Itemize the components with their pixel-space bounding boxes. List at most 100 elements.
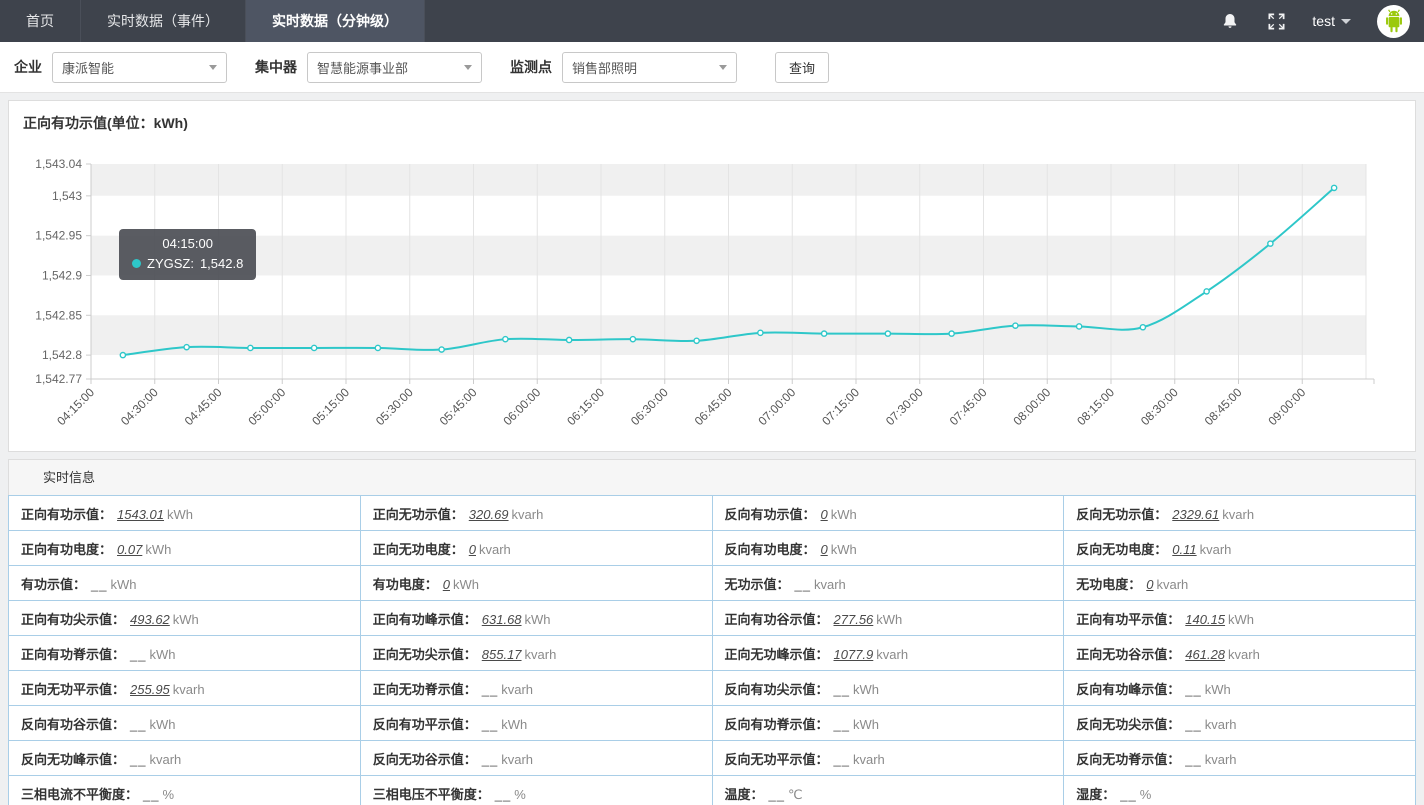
nav-tab-1[interactable]: 实时数据（事件）: [81, 0, 246, 42]
info-unit: kWh: [453, 577, 479, 592]
data-point[interactable]: [248, 345, 253, 350]
x-tick-label: 06:15:00: [564, 385, 607, 428]
android-avatar-icon[interactable]: [1377, 5, 1410, 38]
info-row-0: 正向有功示值：1543.01kWh正向无功示值：320.69kvarh反向有功示…: [9, 496, 1416, 531]
select-value-1: 智慧能源事业部: [317, 58, 408, 77]
data-point[interactable]: [503, 337, 508, 342]
info-value[interactable]: 0: [469, 542, 476, 557]
info-row-1: 正向有功电度：0.07kWh正向无功电度：0kvarh反向有功电度：0kWh反向…: [9, 531, 1416, 566]
info-value[interactable]: 1077.9: [834, 647, 874, 662]
nav-tab-2[interactable]: 实时数据（分钟级）: [246, 0, 425, 42]
y-tick-label: 1,542.85: [35, 308, 82, 322]
info-cell: 有功示值：__kWh: [9, 566, 361, 601]
info-label: 无功电度：: [1076, 577, 1141, 592]
data-point[interactable]: [885, 331, 890, 336]
filter-field-0: 企业康派智能: [14, 52, 227, 83]
info-unit: kWh: [876, 612, 902, 627]
data-point[interactable]: [439, 347, 444, 352]
search-button[interactable]: 查询: [775, 52, 829, 83]
info-value[interactable]: 855.17: [482, 647, 522, 662]
info-value[interactable]: 493.62: [130, 612, 170, 627]
realtime-info-header: 实时信息: [8, 459, 1416, 495]
info-cell: 反向有功平示值：__kWh: [360, 706, 712, 741]
info-unit: kWh: [853, 682, 879, 697]
data-point[interactable]: [375, 345, 380, 350]
x-tick-label: 06:00:00: [500, 385, 543, 428]
chevron-down-icon: [1341, 19, 1351, 24]
user-menu[interactable]: test: [1312, 13, 1351, 29]
info-cell: 反向有功谷示值：__kWh: [9, 706, 361, 741]
info-value[interactable]: 277.56: [834, 612, 874, 627]
info-value[interactable]: 320.69: [469, 507, 509, 522]
info-unit: ℃: [788, 787, 803, 802]
filter-select-0[interactable]: 康派智能: [52, 52, 227, 83]
data-point[interactable]: [822, 331, 827, 336]
fullscreen-icon[interactable]: [1266, 11, 1286, 31]
data-point[interactable]: [184, 345, 189, 350]
filter-select-2[interactable]: 销售部照明: [562, 52, 737, 83]
info-label: 有功电度：: [373, 577, 438, 592]
info-label: 正向有功平示值：: [1076, 612, 1180, 627]
info-unit: kvarh: [853, 752, 885, 767]
data-point[interactable]: [694, 338, 699, 343]
data-point[interactable]: [630, 337, 635, 342]
info-value[interactable]: 0.11: [1172, 542, 1196, 557]
info-label: 反向有功脊示值：: [725, 717, 829, 732]
info-unit: kvarh: [1205, 717, 1237, 732]
info-unit: kvarh: [479, 542, 511, 557]
info-value[interactable]: 0.07: [117, 542, 142, 557]
line-chart-canvas[interactable]: 1,543.041,5431,542.951,542.91,542.851,54…: [9, 144, 1415, 450]
nav-tab-0[interactable]: 首页: [0, 0, 81, 42]
x-tick-label: 08:30:00: [1138, 385, 1181, 428]
info-cell: 正向有功电度：0.07kWh: [9, 531, 361, 566]
info-label: 正向无功脊示值：: [373, 682, 477, 697]
info-label: 反向无功平示值：: [725, 752, 829, 767]
info-cell: 反向无功尖示值：__kvarh: [1064, 706, 1416, 741]
info-cell: 反向无功示值：2329.61kvarh: [1064, 496, 1416, 531]
data-point[interactable]: [120, 353, 125, 358]
info-label: 反向无功峰示值：: [21, 752, 125, 767]
info-cell: 反向有功尖示值：__kWh: [712, 671, 1064, 706]
data-point[interactable]: [567, 337, 572, 342]
data-point[interactable]: [312, 345, 317, 350]
info-value[interactable]: 255.95: [130, 682, 170, 697]
data-point[interactable]: [1268, 241, 1273, 246]
info-label: 反向有功峰示值：: [1076, 682, 1180, 697]
data-point[interactable]: [949, 331, 954, 336]
info-cell: 正向有功谷示值：277.56kWh: [712, 601, 1064, 636]
data-point[interactable]: [1332, 185, 1337, 190]
info-value[interactable]: 631.68: [482, 612, 522, 627]
info-unit: kWh: [149, 647, 175, 662]
info-label: 正向无功尖示值：: [373, 647, 477, 662]
info-value[interactable]: 2329.61: [1172, 507, 1219, 522]
info-value[interactable]: 0: [821, 507, 828, 522]
x-tick-label: 05:00:00: [245, 385, 288, 428]
data-point[interactable]: [1077, 324, 1082, 329]
info-value[interactable]: 0: [821, 542, 828, 557]
data-point[interactable]: [1140, 325, 1145, 330]
info-unit: kWh: [145, 542, 171, 557]
x-tick-label: 06:45:00: [692, 385, 735, 428]
info-value[interactable]: 1543.01: [117, 507, 164, 522]
info-label: 有功示值：: [21, 577, 86, 592]
bell-icon[interactable]: [1220, 11, 1240, 31]
info-value[interactable]: 461.28: [1185, 647, 1225, 662]
info-value[interactable]: 140.15: [1185, 612, 1225, 627]
info-cell: 无功示值：__kvarh: [712, 566, 1064, 601]
info-value-empty: __: [482, 682, 498, 697]
info-value-empty: __: [495, 787, 511, 802]
x-tick-label: 08:15:00: [1074, 385, 1117, 428]
data-point[interactable]: [1204, 289, 1209, 294]
info-cell: 正向无功平示值：255.95kvarh: [9, 671, 361, 706]
data-point[interactable]: [1013, 323, 1018, 328]
info-cell: 反向有功电度：0kWh: [712, 531, 1064, 566]
info-unit: %: [1140, 787, 1152, 802]
filter-select-1[interactable]: 智慧能源事业部: [307, 52, 482, 83]
info-value-empty: __: [769, 787, 785, 802]
info-unit: kWh: [501, 717, 527, 732]
info-label: 三相电流不平衡度：: [21, 787, 138, 802]
info-cell: 正向无功示值：320.69kvarh: [360, 496, 712, 531]
info-value[interactable]: 0: [443, 577, 450, 592]
data-point[interactable]: [758, 330, 763, 335]
info-value[interactable]: 0: [1146, 577, 1153, 592]
